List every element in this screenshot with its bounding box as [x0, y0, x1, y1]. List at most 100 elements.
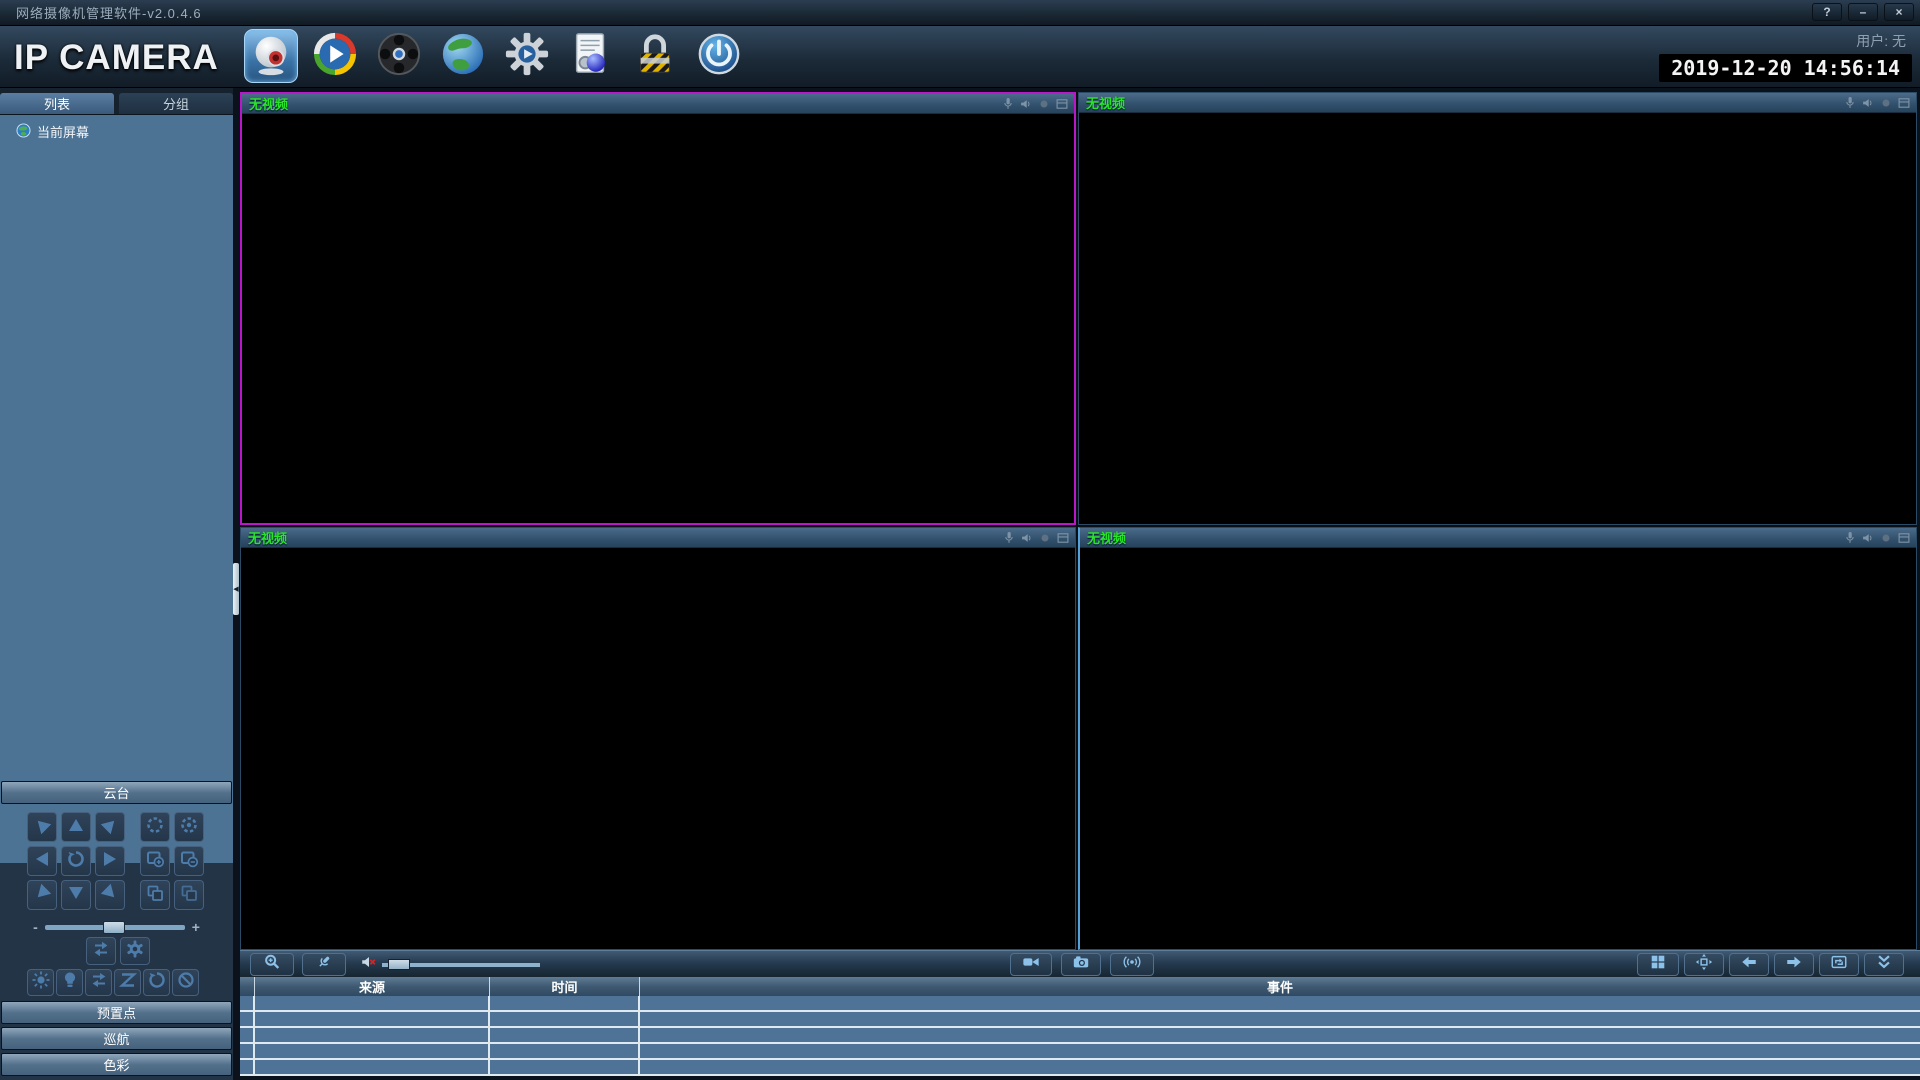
power-icon — [696, 31, 742, 82]
iris-close-button[interactable] — [140, 812, 170, 842]
power-button[interactable] — [692, 29, 746, 83]
log-button[interactable] — [564, 29, 618, 83]
ptz-panel-header[interactable]: 云台 — [1, 781, 232, 804]
ptz-left-button[interactable] — [27, 846, 57, 876]
close-button[interactable]: × — [1884, 3, 1914, 21]
playback-button[interactable] — [308, 29, 362, 83]
table-row[interactable] — [240, 1060, 1920, 1076]
switch-screen-button[interactable] — [1819, 953, 1859, 976]
table-header-event[interactable]: 事件 — [640, 977, 1920, 996]
records-button[interactable] — [372, 29, 426, 83]
pattern-button[interactable] — [114, 969, 141, 996]
talk-mic-icon[interactable] — [1002, 531, 1016, 545]
sidebar-collapse-handle[interactable]: ◀ — [233, 563, 239, 615]
minimize-button[interactable]: – — [1848, 3, 1878, 21]
muted-speaker-icon[interactable] — [360, 953, 378, 976]
ptz-down-right-button[interactable] — [95, 880, 125, 910]
talk-mic-icon[interactable] — [1001, 97, 1015, 111]
speaker-icon[interactable] — [1861, 531, 1875, 545]
ptz-down-button[interactable] — [61, 880, 91, 910]
ptz-speed-thumb[interactable] — [102, 920, 125, 934]
speaker-icon[interactable] — [1020, 531, 1034, 545]
table-row[interactable] — [240, 1044, 1920, 1060]
fullscreen-button[interactable] — [1684, 953, 1724, 976]
table-cell — [490, 1060, 640, 1074]
ptz-up-left-button[interactable] — [27, 812, 57, 842]
ptz-speed-track[interactable] — [44, 920, 185, 934]
collapse-panel-button[interactable] — [1864, 953, 1904, 976]
network-button[interactable] — [436, 29, 490, 83]
tab-list[interactable]: 列表 — [0, 93, 114, 114]
video-panel-3[interactable]: 无视频 — [240, 527, 1076, 950]
refresh-button[interactable] — [143, 969, 170, 996]
tree-item-current-screen[interactable]: 当前屏幕 — [0, 115, 233, 141]
digital-zoom-button[interactable] — [250, 953, 294, 976]
flip-button[interactable] — [85, 969, 112, 996]
swap-arrows-icon — [91, 939, 111, 964]
tab-group[interactable]: 分组 — [119, 93, 233, 114]
video-panel-1[interactable]: 无视频 — [240, 92, 1076, 525]
video-panel-2[interactable]: 无视频 — [1078, 92, 1917, 525]
no-video-label: 无视频 — [249, 97, 289, 112]
record-button[interactable] — [1010, 953, 1052, 976]
video-panel-4[interactable]: 无视频 — [1078, 527, 1917, 950]
table-row[interactable] — [240, 996, 1920, 1012]
speaker-icon[interactable] — [1861, 96, 1875, 110]
speaker-icon[interactable] — [1019, 97, 1033, 111]
grid-layout-button[interactable] — [1637, 953, 1679, 976]
talk-mic-icon[interactable] — [1843, 531, 1857, 545]
table-cell — [255, 1044, 490, 1058]
volume-slider[interactable] — [382, 958, 540, 970]
zoom-out-button[interactable] — [174, 846, 204, 876]
record-dot-icon[interactable] — [1037, 97, 1051, 111]
video-panel-body[interactable] — [1080, 548, 1916, 949]
preset-section-bar[interactable]: 预置点 — [1, 1001, 232, 1024]
maximize-icon[interactable] — [1897, 531, 1911, 545]
disable-button[interactable] — [172, 969, 199, 996]
preview-button[interactable] — [244, 29, 298, 83]
maximize-icon[interactable] — [1897, 96, 1911, 110]
window-controls: ? – × — [1812, 3, 1914, 21]
volume-thumb[interactable] — [388, 958, 410, 970]
talk-mic-icon[interactable] — [1843, 96, 1857, 110]
ptz-up-right-button[interactable] — [95, 812, 125, 842]
ptz-down-left-button[interactable] — [27, 880, 57, 910]
video-panel-body[interactable] — [241, 548, 1075, 949]
light-button[interactable] — [27, 969, 54, 996]
maximize-icon[interactable] — [1056, 531, 1070, 545]
maximize-icon[interactable] — [1055, 97, 1069, 111]
ptz-swap-button[interactable] — [86, 937, 116, 965]
lamp-button[interactable] — [56, 969, 83, 996]
focus-far-button[interactable] — [174, 880, 204, 910]
alarm-button[interactable] — [1110, 953, 1154, 976]
record-dot-icon[interactable] — [1879, 531, 1893, 545]
help-button[interactable]: ? — [1812, 3, 1842, 21]
ptz-up-button[interactable] — [61, 812, 91, 842]
previous-page-button[interactable] — [1729, 953, 1769, 976]
video-panel-body[interactable] — [1079, 113, 1916, 524]
snapshot-button[interactable] — [1061, 953, 1101, 976]
no-video-label: 无视频 — [248, 531, 288, 546]
iris-open-button[interactable] — [174, 812, 204, 842]
focus-near-button[interactable] — [140, 880, 170, 910]
cruise-section-label: 巡航 — [103, 1032, 130, 1047]
color-section-bar[interactable]: 色彩 — [1, 1053, 232, 1076]
table-row[interactable] — [240, 1012, 1920, 1028]
record-dot-icon[interactable] — [1038, 531, 1052, 545]
video-panel-body[interactable] — [242, 114, 1074, 523]
ptz-right-button[interactable] — [95, 846, 125, 876]
screen-globe-icon — [16, 122, 31, 141]
table-header-source[interactable]: 来源 — [255, 977, 490, 996]
rotate-icon — [66, 849, 86, 874]
cruise-section-bar[interactable]: 巡航 — [1, 1027, 232, 1050]
table-header-time[interactable]: 时间 — [490, 977, 640, 996]
record-dot-icon[interactable] — [1879, 96, 1893, 110]
zoom-in-button[interactable] — [140, 846, 170, 876]
ptz-auto-scan-button[interactable] — [61, 846, 91, 876]
talk-button[interactable] — [302, 953, 346, 976]
settings-button[interactable] — [500, 29, 554, 83]
ptz-settings-button[interactable] — [120, 937, 150, 965]
next-page-button[interactable] — [1774, 953, 1814, 976]
table-row[interactable] — [240, 1028, 1920, 1044]
lock-button[interactable] — [628, 29, 682, 83]
